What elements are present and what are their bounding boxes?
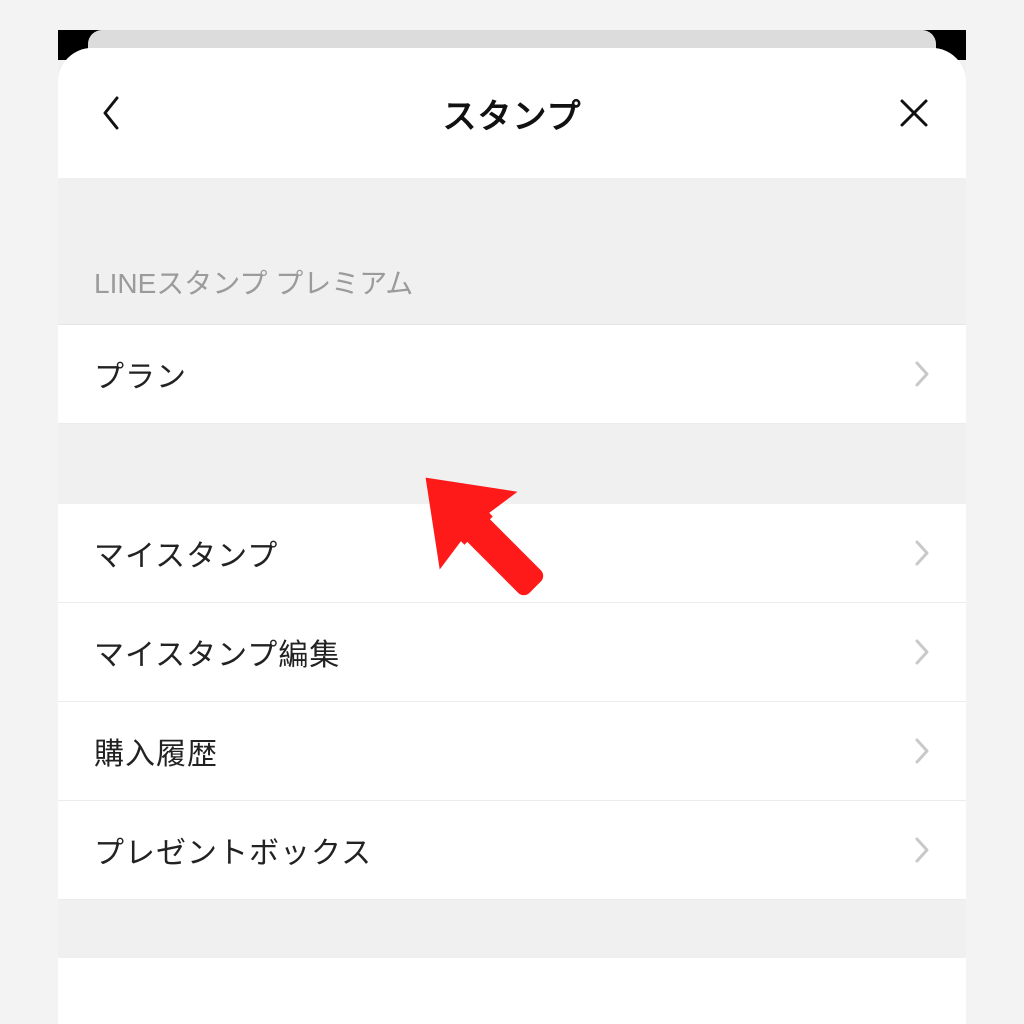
row-label: マイスタンプ xyxy=(94,531,278,575)
chevron-right-icon xyxy=(914,539,930,567)
header-bar: スタンプ xyxy=(58,48,966,178)
chevron-left-icon xyxy=(99,94,121,132)
row-present-box[interactable]: プレゼントボックス xyxy=(58,801,966,900)
chevron-right-icon xyxy=(914,638,930,666)
row-label: 購入履歴 xyxy=(94,729,218,773)
back-button[interactable] xyxy=(88,91,132,135)
page-title: スタンプ xyxy=(443,89,582,138)
modal-sheet: スタンプ LINEスタンプ プレミアム プラン マイスタンプ xyxy=(58,48,966,1024)
close-button[interactable] xyxy=(892,91,936,135)
close-icon xyxy=(897,96,931,130)
row-label: プラン xyxy=(94,352,187,396)
section-gap xyxy=(58,424,966,504)
content-area: LINEスタンプ プレミアム プラン マイスタンプ マイスタンプ編集 xyxy=(58,178,966,958)
row-plan[interactable]: プラン xyxy=(58,325,966,424)
row-my-stamps-edit[interactable]: マイスタンプ編集 xyxy=(58,603,966,702)
section-header-premium: LINEスタンプ プレミアム xyxy=(58,236,966,325)
section-gap xyxy=(58,178,966,236)
row-purchase-history[interactable]: 購入履歴 xyxy=(58,702,966,801)
row-my-stamps[interactable]: マイスタンプ xyxy=(58,504,966,603)
chevron-right-icon xyxy=(914,737,930,765)
section-gap xyxy=(58,900,966,958)
chevron-right-icon xyxy=(914,360,930,388)
row-label: マイスタンプ編集 xyxy=(94,630,340,674)
device-frame: スタンプ LINEスタンプ プレミアム プラン マイスタンプ xyxy=(58,30,966,1024)
chevron-right-icon xyxy=(914,836,930,864)
row-label: プレゼントボックス xyxy=(94,828,372,872)
